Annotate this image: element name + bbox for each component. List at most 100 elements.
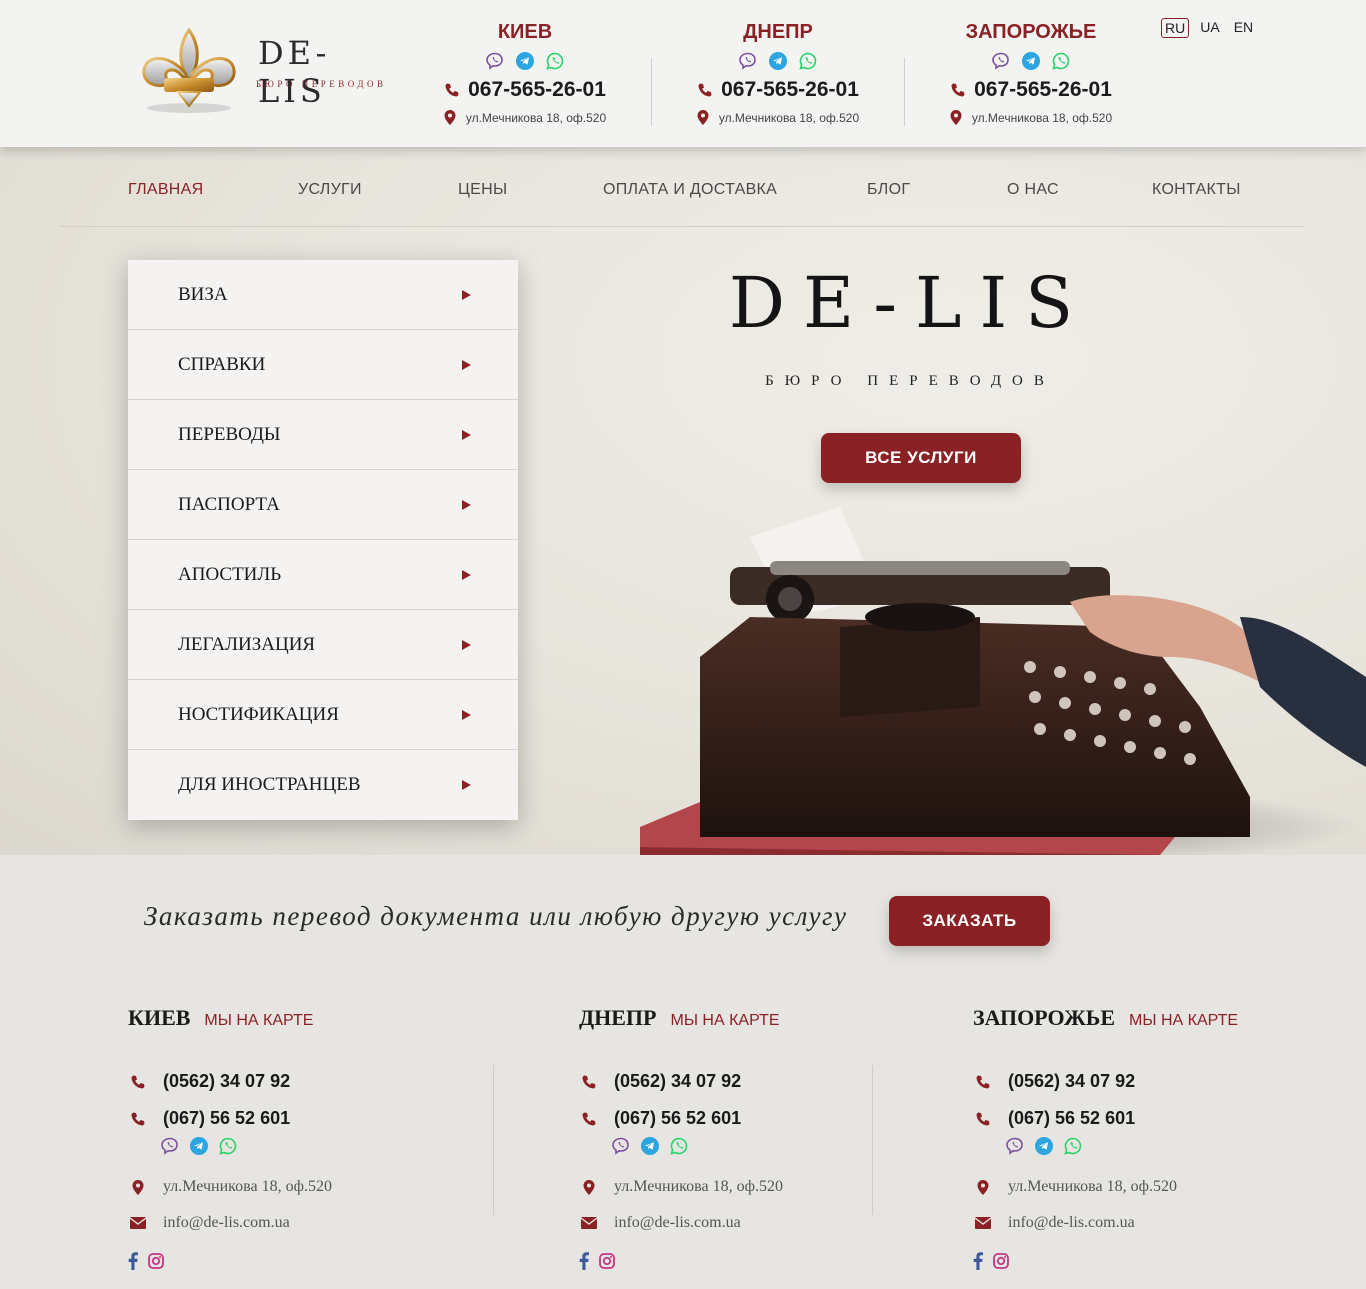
footer-phone-row[interactable]: (0562) 34 07 92: [973, 1071, 1135, 1092]
footer-address: ул.Мечникова 18, оф.520: [163, 1178, 332, 1195]
header-phone: 067-565-26-01: [974, 78, 1112, 101]
footer-divider: [493, 1065, 494, 1215]
facebook-icon[interactable]: [579, 1252, 589, 1270]
footer-phone: (0562) 34 07 92: [163, 1071, 291, 1091]
phone-icon: [976, 1112, 990, 1125]
viber-icon[interactable]: [1006, 1137, 1024, 1155]
footer-phone-row[interactable]: (067) 56 52 601: [973, 1108, 1135, 1129]
header-divider: [651, 58, 652, 126]
footer-contacts-kiev: КИЕВ МЫ НА КАРТЕ (0562) 34 07 92 (067) 5…: [128, 1005, 488, 1285]
instagram-icon[interactable]: [993, 1253, 1009, 1269]
footer-phone-row[interactable]: (0562) 34 07 92: [579, 1071, 741, 1092]
facebook-icon[interactable]: [128, 1252, 138, 1270]
footer-social: [579, 1252, 615, 1270]
nav-services[interactable]: УСЛУГИ: [298, 181, 362, 199]
viber-icon[interactable]: [739, 52, 757, 70]
map-link[interactable]: МЫ НА КАРТЕ: [670, 1012, 779, 1030]
whatsapp-icon[interactable]: [670, 1137, 688, 1155]
map-link[interactable]: МЫ НА КАРТЕ: [204, 1012, 313, 1030]
menu-item-visa[interactable]: ВИЗА: [128, 260, 518, 330]
menu-item-label: ВИЗА: [178, 283, 228, 305]
menu-item-apostille[interactable]: АПОСТИЛЬ: [128, 540, 518, 610]
footer-email: info@de-lis.com.ua: [614, 1214, 741, 1231]
lang-en[interactable]: EN: [1231, 18, 1256, 38]
telegram-icon[interactable]: [1022, 52, 1040, 70]
telegram-icon[interactable]: [1035, 1137, 1053, 1155]
instagram-icon[interactable]: [599, 1253, 615, 1269]
order-button[interactable]: ЗАКАЗАТЬ: [889, 896, 1050, 946]
envelope-icon: [581, 1217, 597, 1229]
phone-icon: [951, 83, 965, 97]
menu-item-nostrification[interactable]: НОСТИФИКАЦИЯ: [128, 680, 518, 750]
footer-phone-row[interactable]: (067) 56 52 601: [579, 1108, 741, 1129]
telegram-icon[interactable]: [190, 1137, 208, 1155]
instagram-icon[interactable]: [148, 1253, 164, 1269]
header-messengers: [926, 52, 1136, 72]
footer-email: info@de-lis.com.ua: [163, 1214, 290, 1231]
header-phone-row[interactable]: 067-565-26-01: [420, 78, 630, 102]
map-link[interactable]: МЫ НА КАРТЕ: [1129, 1012, 1238, 1030]
footer-messengers: [1006, 1137, 1082, 1155]
footer-messengers: [612, 1137, 688, 1155]
telegram-icon[interactable]: [641, 1137, 659, 1155]
viber-icon[interactable]: [161, 1137, 179, 1155]
header-address: ул.Мечникова 18, оф.520: [718, 110, 860, 125]
whatsapp-icon[interactable]: [1052, 52, 1070, 70]
viber-icon[interactable]: [486, 52, 504, 70]
footer-phone: (0562) 34 07 92: [614, 1071, 742, 1091]
telegram-icon[interactable]: [516, 52, 534, 70]
nav-home[interactable]: ГЛАВНАЯ: [128, 181, 204, 199]
services-menu: ВИЗА СПРАВКИ ПЕРЕВОДЫ ПАСПОРТА АПОСТИЛЬ …: [128, 260, 518, 820]
header-address: ул.Мечникова 18, оф.520: [465, 110, 607, 125]
whatsapp-icon[interactable]: [219, 1137, 237, 1155]
footer-email-row[interactable]: info@de-lis.com.ua: [128, 1214, 290, 1232]
location-pin-icon: [132, 1179, 144, 1195]
footer-email-row[interactable]: info@de-lis.com.ua: [973, 1214, 1135, 1232]
footer-phone-row[interactable]: (067) 56 52 601: [128, 1108, 290, 1129]
menu-item-translations[interactable]: ПЕРЕВОДЫ: [128, 400, 518, 470]
whatsapp-icon[interactable]: [1064, 1137, 1082, 1155]
nav-blog[interactable]: БЛОГ: [867, 181, 910, 199]
nav-prices[interactable]: ЦЕНЫ: [458, 181, 507, 199]
header-phone-row[interactable]: 067-565-26-01: [926, 78, 1136, 102]
logo-subtitle: бюро переводов: [256, 79, 387, 89]
nav-contacts[interactable]: КОНТАКТЫ: [1152, 181, 1241, 199]
location-pin-icon: [697, 110, 709, 125]
menu-item-passports[interactable]: ПАСПОРТА: [128, 470, 518, 540]
triangle-right-icon: [462, 570, 471, 580]
phone-icon: [131, 1075, 145, 1088]
footer-email-row[interactable]: info@de-lis.com.ua: [579, 1214, 741, 1232]
header-city-name: КИЕВ: [497, 21, 553, 43]
hero-subtitle: бюро переводов: [765, 373, 1055, 389]
footer-heading: КИЕВ МЫ НА КАРТЕ: [128, 1005, 488, 1035]
header-address: ул.Мечникова 18, оф.520: [971, 110, 1113, 125]
menu-item-certificates[interactable]: СПРАВКИ: [128, 330, 518, 400]
menu-item-legalization[interactable]: ЛЕГАЛИЗАЦИЯ: [128, 610, 518, 680]
menu-item-label: НОСТИФИКАЦИЯ: [178, 703, 339, 725]
all-services-button[interactable]: ВСЕ УСЛУГИ: [821, 433, 1021, 483]
phone-icon: [582, 1075, 596, 1088]
header-address-row: ул.Мечникова 18, оф.520: [673, 110, 883, 125]
menu-item-label: СПРАВКИ: [178, 353, 266, 375]
facebook-icon[interactable]: [973, 1252, 983, 1270]
menu-item-foreigners[interactable]: ДЛЯ ИНОСТРАНЦЕВ: [128, 750, 518, 820]
footer-city-name: КИЕВ: [128, 1005, 191, 1030]
triangle-right-icon: [462, 430, 471, 440]
location-pin-icon: [444, 110, 456, 125]
footer-phone-row[interactable]: (0562) 34 07 92: [128, 1071, 290, 1092]
menu-item-label: ДЛЯ ИНОСТРАНЦЕВ: [178, 774, 361, 795]
whatsapp-icon[interactable]: [546, 52, 564, 70]
whatsapp-icon[interactable]: [799, 52, 817, 70]
viber-icon[interactable]: [992, 52, 1010, 70]
lang-ua[interactable]: UA: [1197, 18, 1222, 38]
logo[interactable]: DE-LIS бюро переводов: [130, 22, 390, 122]
lang-ru[interactable]: RU: [1161, 18, 1190, 38]
nav-about[interactable]: О НАС: [1007, 181, 1059, 199]
location-pin-icon: [950, 110, 962, 125]
telegram-icon[interactable]: [769, 52, 787, 70]
viber-icon[interactable]: [612, 1137, 630, 1155]
header-messengers: [420, 52, 630, 72]
nav-payment-delivery[interactable]: ОПЛАТА И ДОСТАВКА: [603, 181, 777, 199]
header-phone-row[interactable]: 067-565-26-01: [673, 78, 883, 102]
footer-phone: (067) 56 52 601: [163, 1108, 291, 1128]
